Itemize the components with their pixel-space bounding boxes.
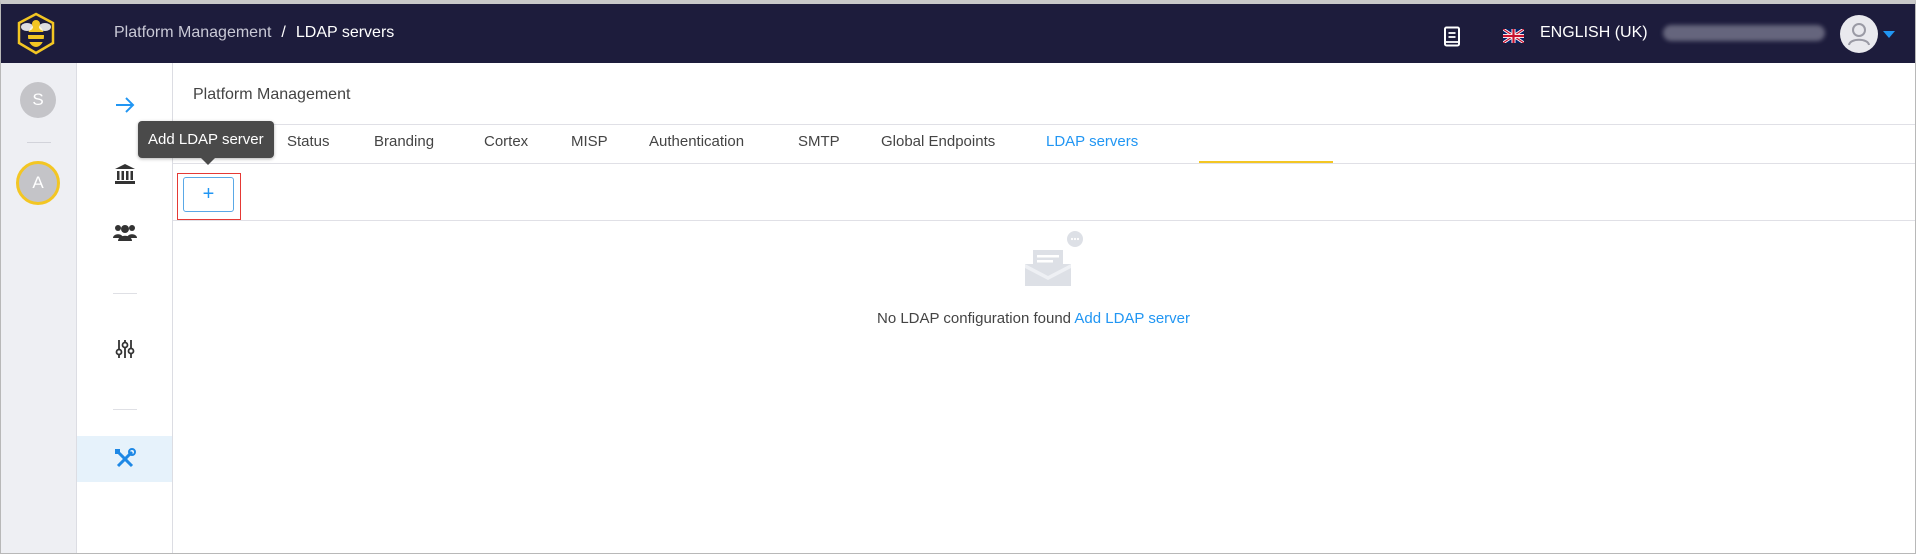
tab-cortex[interactable]: Cortex	[484, 133, 528, 163]
sidebar-item-users[interactable]	[77, 209, 172, 255]
breadcrumb-root[interactable]: Platform Management	[114, 24, 271, 42]
active-tab-indicator	[1199, 161, 1333, 163]
sidebar-item-platform-management[interactable]	[77, 436, 172, 482]
tooltip: Add LDAP server	[138, 121, 274, 158]
rail-divider	[27, 142, 51, 143]
language-selector[interactable]: ENGLISH (UK)	[1540, 24, 1648, 42]
bee-logo-icon[interactable]	[15, 12, 57, 56]
tab-global-endpoints[interactable]: Global Endpoints	[881, 133, 995, 163]
tooltip-arrow	[201, 158, 215, 165]
empty-inbox-icon	[1025, 231, 1083, 286]
user-avatar-icon[interactable]	[1840, 15, 1878, 53]
page-title: Platform Management	[193, 86, 351, 103]
arrow-right-icon	[115, 97, 134, 113]
chevron-down-icon[interactable]	[1883, 31, 1895, 38]
top-bar: Platform Management / LDAP servers ENGLI…	[1, 4, 1915, 63]
tools-icon	[114, 448, 136, 468]
add-ldap-server-button[interactable]: +	[183, 177, 234, 212]
empty-state-text: No LDAP configuration found	[877, 310, 1072, 327]
username-blurred	[1663, 25, 1825, 41]
toolbar-divider	[173, 220, 1915, 221]
breadcrumb-separator: /	[281, 24, 286, 41]
tab-branding[interactable]: Branding	[374, 133, 434, 163]
tab-authentication[interactable]: Authentication	[649, 133, 744, 163]
tab-misp[interactable]: MISP	[571, 133, 608, 163]
tab-smtp[interactable]: SMTP	[798, 133, 840, 163]
tab-ldap-servers[interactable]: LDAP servers	[1046, 133, 1138, 163]
book-icon[interactable]	[1442, 26, 1462, 48]
tab-bar: License Status Branding Cortex MISP Auth…	[173, 125, 1915, 164]
users-icon	[112, 225, 137, 241]
tab-status[interactable]: Status	[287, 133, 330, 163]
app-window: Platform Management / LDAP servers ENGLI…	[0, 0, 1916, 554]
user-initial-avatar[interactable]: A	[16, 161, 60, 205]
sliders-icon	[115, 340, 134, 358]
breadcrumb-current: LDAP servers	[295, 24, 395, 41]
org-avatar[interactable]: S	[20, 82, 56, 118]
breadcrumb: Platform Management / LDAP servers	[114, 24, 394, 42]
uk-flag-icon[interactable]	[1503, 29, 1524, 43]
add-ldap-server-link[interactable]: Add LDAP server	[1074, 310, 1190, 327]
sidebar-divider	[113, 409, 137, 410]
sidebar-item-settings[interactable]	[77, 326, 172, 372]
empty-state-message: No LDAP configuration found Add LDAP ser…	[877, 310, 1190, 327]
sidebar-divider	[113, 293, 137, 294]
org-rail: S A	[1, 63, 77, 553]
bank-icon	[114, 164, 135, 184]
